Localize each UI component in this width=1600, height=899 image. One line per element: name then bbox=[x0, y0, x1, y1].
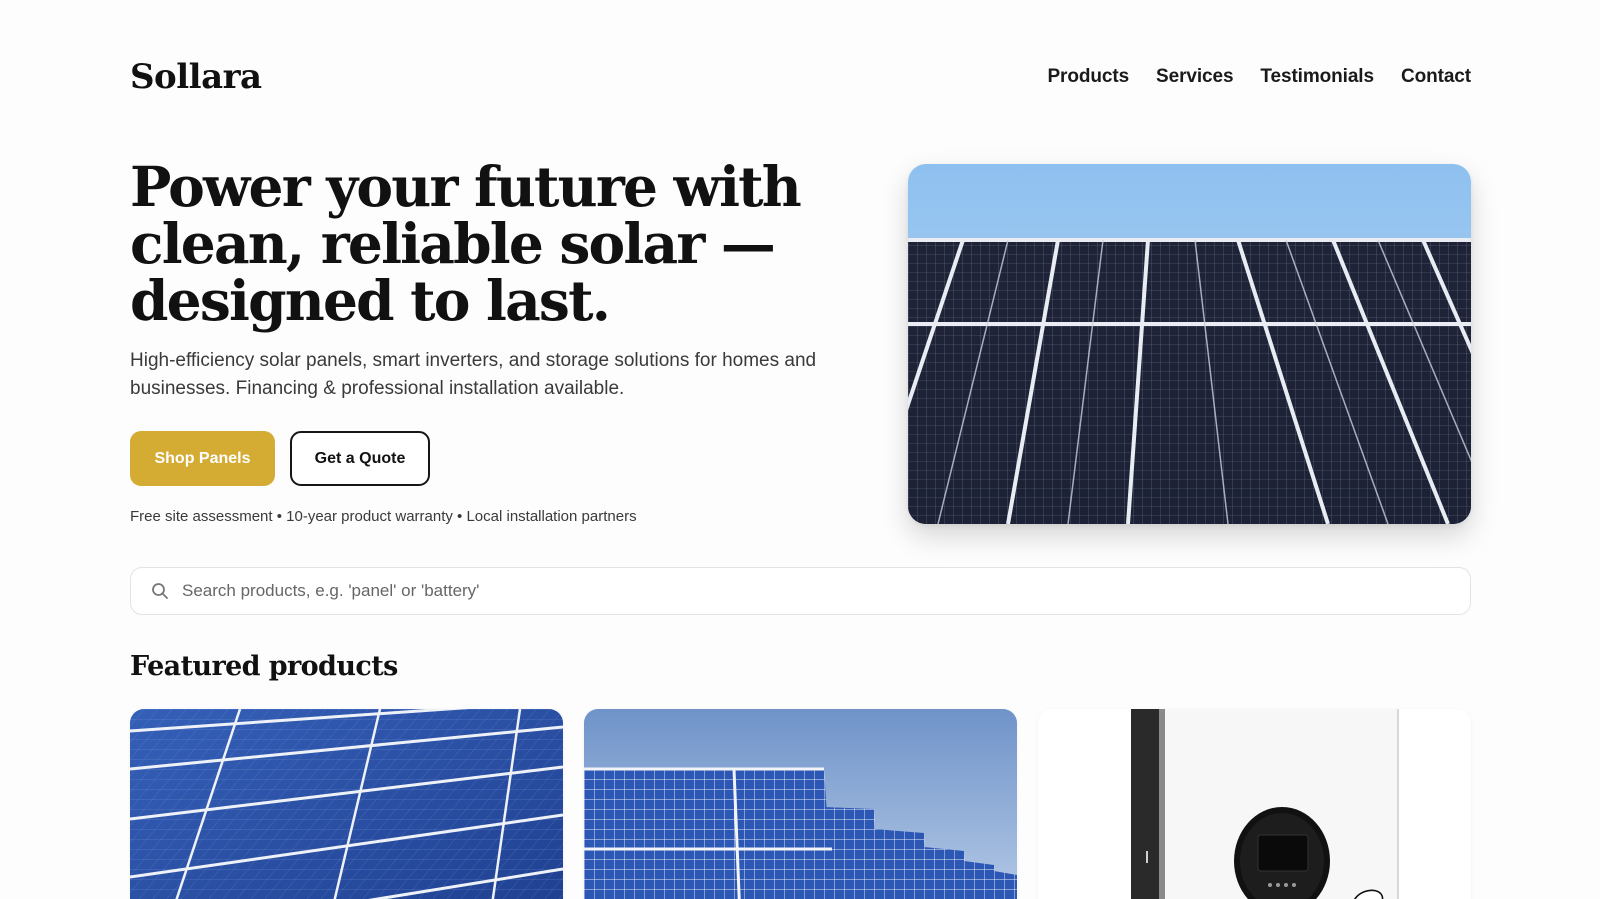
hero-title: Power your future with clean, reliable s… bbox=[130, 154, 802, 333]
product-image-solar-array bbox=[584, 709, 1017, 899]
main-nav: Products Services Testimonials Contact bbox=[1047, 66, 1471, 88]
inverter-badge: exp bbox=[1358, 895, 1383, 899]
trust-line: Free site assessment • 10-year product w… bbox=[130, 508, 637, 525]
get-quote-button[interactable]: Get a Quote bbox=[290, 431, 430, 486]
site-header: Sollara Products Services Testimonials C… bbox=[130, 52, 1471, 102]
featured-title: Featured products bbox=[130, 651, 398, 682]
product-image-inverter: exp bbox=[1038, 709, 1471, 899]
shop-panels-button[interactable]: Shop Panels bbox=[130, 431, 275, 486]
product-search[interactable] bbox=[130, 567, 1471, 615]
hero-cta-group: Shop Panels Get a Quote bbox=[130, 431, 430, 486]
hero-subtitle: High-efficiency solar panels, smart inve… bbox=[130, 350, 817, 399]
featured-products-list: exp bbox=[130, 709, 1471, 899]
nav-item-contact[interactable]: Contact bbox=[1401, 66, 1471, 88]
brand-logo[interactable]: Sollara bbox=[130, 57, 262, 97]
product-card[interactable] bbox=[584, 709, 1017, 899]
product-card[interactable] bbox=[130, 709, 563, 899]
product-image-solar-panel bbox=[130, 709, 563, 899]
nav-item-testimonials[interactable]: Testimonials bbox=[1260, 66, 1374, 88]
nav-item-services[interactable]: Services bbox=[1156, 66, 1233, 88]
product-card[interactable]: exp bbox=[1038, 709, 1471, 899]
search-icon bbox=[151, 582, 169, 600]
hero-solar-image bbox=[908, 164, 1471, 524]
nav-item-products[interactable]: Products bbox=[1047, 66, 1129, 88]
search-input[interactable] bbox=[182, 581, 1470, 601]
